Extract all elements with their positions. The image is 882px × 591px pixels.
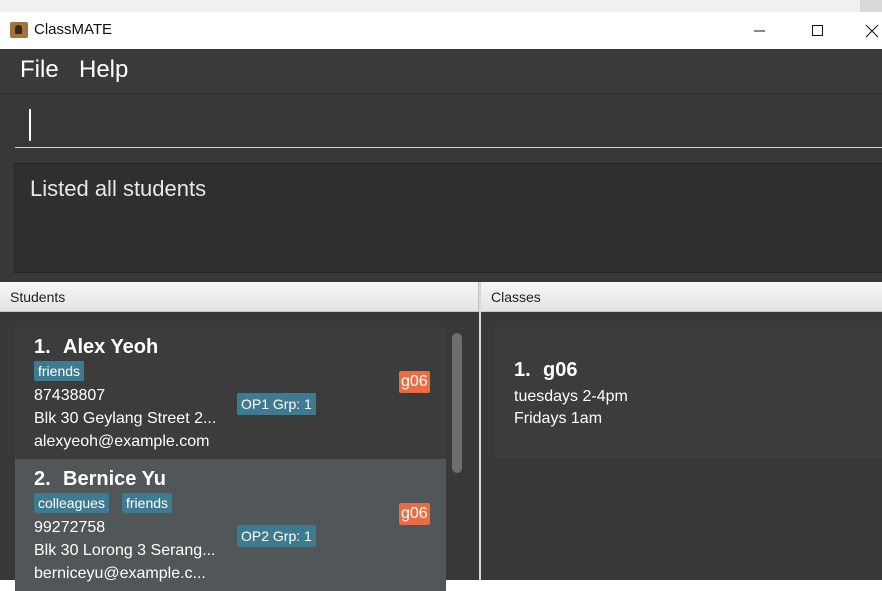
desktop-strip-edge [860,0,882,12]
student-tag: friends [34,361,85,381]
class-index: 1. [514,359,531,381]
student-phone: 99272758 [34,519,106,536]
menu-help[interactable]: Help [79,56,128,84]
student-email: alexyeoh@example.com [34,433,210,450]
text-cursor [29,109,31,141]
minimize-button[interactable] [737,13,783,49]
class-code: g06 [543,359,578,381]
maximize-icon [812,25,823,36]
menu-bar [0,49,882,93]
result-message: Listed all students [30,176,207,201]
student-email: berniceyu@example.c... [34,565,206,582]
classes-pane-header: Classes [481,282,882,312]
app-icon [10,22,28,38]
command-input[interactable] [15,100,882,148]
minimize-icon [754,30,765,32]
class-schedule: Fridays 1am [514,410,603,427]
student-name: Bernice Yu [63,468,167,490]
student-address: Blk 30 Geylang Street 2... [34,410,217,427]
student-class-badge: g06 [399,503,430,525]
scrollbar-thumb[interactable] [452,333,462,473]
close-button[interactable] [853,13,882,49]
student-tag: colleagues [34,493,109,513]
student-index: 1. [34,336,51,358]
window-title: ClassMATE [34,21,113,38]
student-class-badge: g06 [399,371,430,393]
student-tag: friends [122,493,173,513]
maximize-button[interactable] [795,13,841,49]
student-name: Alex Yeoh [63,336,159,358]
student-phone: 87438807 [34,387,106,404]
student-group-badge: OP1 Grp: 1 [237,393,316,415]
student-group-badge: OP2 Grp: 1 [237,525,316,547]
student-index: 2. [34,468,51,490]
class-schedule: tuesdays 2-4pm [514,388,628,405]
student-address: Blk 30 Lorong 3 Serang... [34,542,216,559]
pane-divider[interactable] [479,282,481,580]
menu-file[interactable]: File [20,56,59,84]
students-pane-header: Students [0,282,479,312]
close-icon [865,24,879,38]
